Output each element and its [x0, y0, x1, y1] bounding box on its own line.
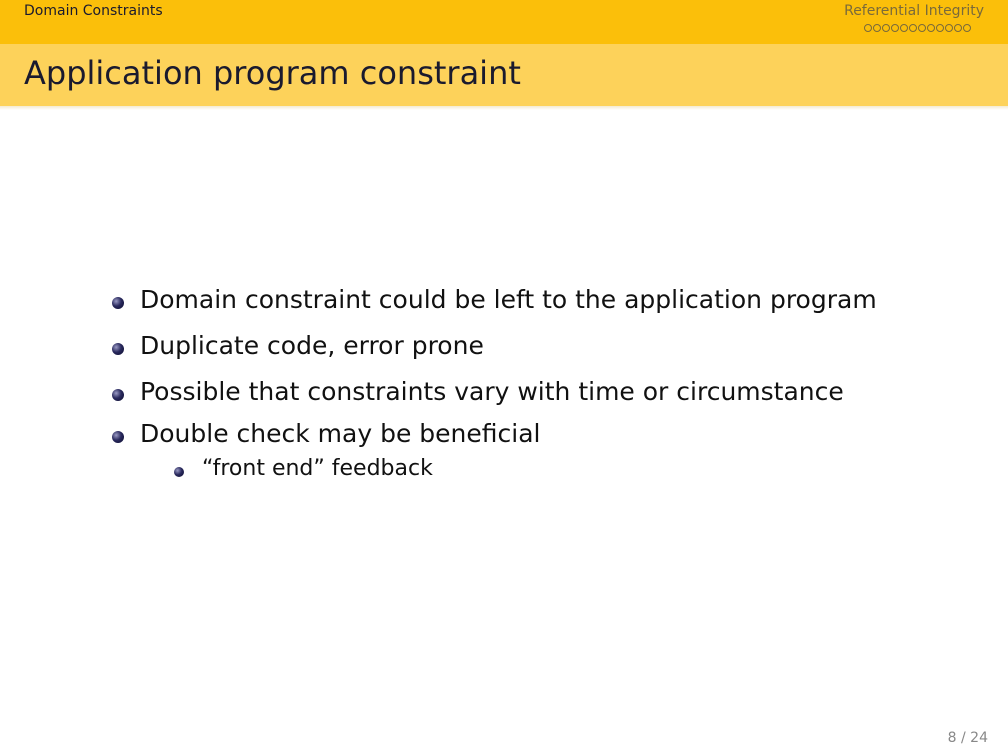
bullet-ball-icon — [112, 297, 124, 309]
bullet-ball-icon — [112, 389, 124, 401]
frame-dot-icon[interactable] — [936, 24, 944, 32]
frame-dot-icon[interactable] — [927, 24, 935, 32]
bullet-text: Possible that constraints vary with time… — [140, 377, 844, 406]
frame-dot-icon[interactable] — [891, 24, 899, 32]
bullet-item: Double check may be beneficial — [110, 419, 990, 449]
bullet-item: Possible that constraints vary with time… — [110, 377, 990, 407]
frame-title-bar: Application program constraint — [0, 44, 1008, 106]
bullet-list: Domain constraint could be left to the a… — [110, 285, 990, 483]
bullet-text: Domain constraint could be left to the a… — [140, 285, 877, 314]
nav-section-referential-integrity[interactable]: Referential Integrity — [844, 3, 984, 19]
bullet-item: Duplicate code, error prone — [110, 331, 990, 361]
bullet-item: Domain constraint could be left to the a… — [110, 285, 990, 315]
nav-section-domain-constraints[interactable]: Domain Constraints — [24, 3, 163, 19]
bullet-ball-icon — [112, 431, 124, 443]
frame-dot-icon[interactable] — [900, 24, 908, 32]
frame-dot-icon[interactable] — [954, 24, 962, 32]
title-bar-shadow — [0, 106, 1008, 110]
frame-title: Application program constraint — [24, 54, 521, 92]
frame-dot-icon[interactable] — [882, 24, 890, 32]
frame-dot-icon[interactable] — [963, 24, 971, 32]
frame-dot-icon[interactable] — [909, 24, 917, 32]
sub-bullet-item: “front end” feedback — [172, 455, 990, 483]
sub-bullet-text: “front end” feedback — [202, 456, 433, 481]
bullet-text: Duplicate code, error prone — [140, 331, 484, 360]
bullet-text: Double check may be beneficial — [140, 419, 541, 448]
frame-dot-icon[interactable] — [918, 24, 926, 32]
navigation-bar: Domain Constraints Referential Integrity — [0, 0, 1008, 44]
page-number: 8 / 24 — [947, 730, 988, 746]
frame-dot-icon[interactable] — [864, 24, 872, 32]
frame-dot-icon[interactable] — [945, 24, 953, 32]
frame-dot-icon[interactable] — [873, 24, 881, 32]
bullet-ball-icon — [112, 343, 124, 355]
frame-navigation-dots — [864, 24, 971, 32]
sub-bullet-ball-icon — [174, 467, 184, 477]
